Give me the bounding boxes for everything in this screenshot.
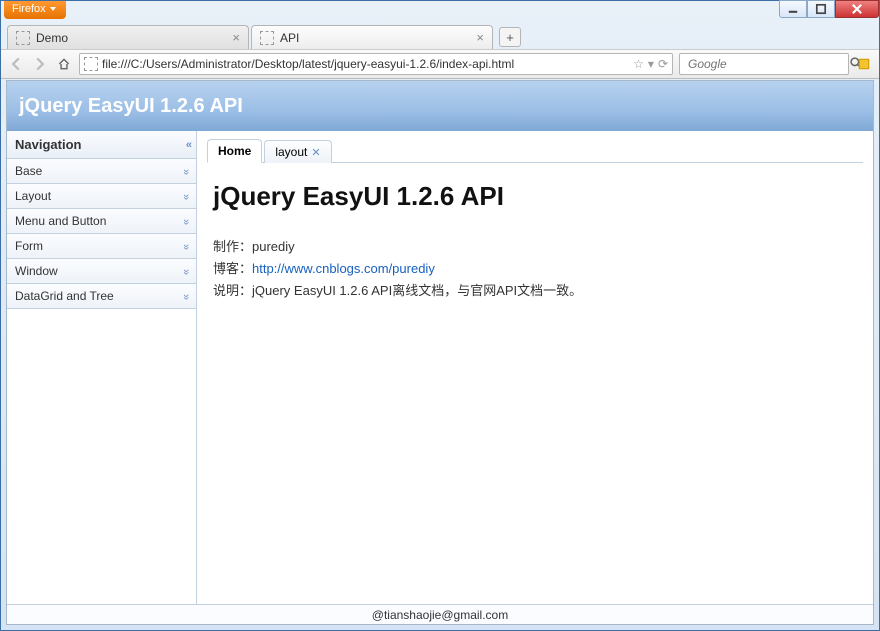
chevron-down-icon: »	[180, 219, 192, 223]
browser-tab-title: API	[280, 31, 470, 45]
content-tab-strip: Home layout ✕	[207, 137, 863, 163]
blog-link[interactable]: http://www.cnblogs.com/purediy	[252, 261, 435, 276]
sidebar-item-label: Form	[15, 239, 43, 253]
chevron-down-icon: »	[180, 269, 192, 273]
sidebar-item-layout[interactable]: Layout »	[7, 184, 196, 209]
back-button[interactable]	[7, 55, 25, 73]
bookmark-star-icon[interactable]: ☆	[633, 57, 644, 71]
browser-tab[interactable]: API ×	[251, 25, 493, 49]
tab-layout[interactable]: layout ✕	[264, 140, 331, 163]
favicon-placeholder-icon	[260, 31, 274, 45]
reload-icon[interactable]: ⟳	[658, 57, 668, 71]
chevron-down-icon: »	[180, 169, 192, 173]
sidebar-item-form[interactable]: Form »	[7, 234, 196, 259]
chevron-down-icon: »	[180, 244, 192, 248]
browser-tab-strip: Demo × API × +	[1, 21, 879, 49]
forward-button[interactable]	[31, 55, 49, 73]
tab-close-icon[interactable]: ✕	[311, 146, 320, 159]
tab-close-icon[interactable]: ×	[232, 30, 240, 45]
chevron-down-icon: »	[180, 194, 192, 198]
sidebar-item-label: Window	[15, 264, 58, 278]
sidebar-header: Navigation «	[7, 131, 196, 159]
sidebar-item-base[interactable]: Base »	[7, 159, 196, 184]
home-button[interactable]	[55, 55, 73, 73]
page-header: jQuery EasyUI 1.2.6 API	[7, 81, 873, 131]
window-maximize-button[interactable]	[807, 0, 835, 18]
sidebar-item-label: Menu and Button	[15, 214, 106, 228]
navigation-toolbar: ☆ ▾ ⟳	[1, 49, 879, 79]
tab-close-icon[interactable]: ×	[476, 30, 484, 45]
sidebar-item-label: Base	[15, 164, 42, 178]
search-input[interactable]	[688, 57, 845, 71]
chevron-down-icon: »	[180, 294, 192, 298]
sidebar-title-label: Navigation	[15, 137, 81, 152]
page-title: jQuery EasyUI 1.2.6 API	[19, 95, 243, 118]
tab-label: Home	[218, 144, 251, 158]
tab-label: layout	[275, 145, 307, 159]
browser-tab-title: Demo	[36, 31, 226, 45]
tab-home[interactable]: Home	[207, 139, 262, 163]
content-line-blog: 博客：http://www.cnblogs.com/purediy	[213, 258, 857, 280]
collapse-left-icon[interactable]: «	[186, 139, 188, 151]
sidebar-item-window[interactable]: Window »	[7, 259, 196, 284]
favicon-placeholder-icon	[84, 57, 98, 71]
addon-button[interactable]	[855, 55, 873, 73]
favicon-placeholder-icon	[16, 31, 30, 45]
new-tab-button[interactable]: +	[499, 27, 521, 47]
footer-text: @tianshaojie@gmail.com	[372, 608, 508, 622]
content-heading: jQuery EasyUI 1.2.6 API	[213, 181, 857, 212]
sidebar-item-menu-button[interactable]: Menu and Button »	[7, 209, 196, 234]
dropdown-icon[interactable]: ▾	[648, 57, 654, 71]
page-footer: @tianshaojie@gmail.com	[7, 604, 873, 624]
firefox-menu-label: Firefox	[12, 3, 46, 15]
address-bar[interactable]: ☆ ▾ ⟳	[79, 53, 673, 75]
firefox-menu-button[interactable]: Firefox	[4, 1, 66, 19]
sidebar-item-label: DataGrid and Tree	[15, 289, 114, 303]
browser-tab[interactable]: Demo ×	[7, 25, 249, 49]
window-close-button[interactable]	[835, 0, 879, 18]
url-input[interactable]	[102, 57, 629, 71]
sidebar-item-datagrid-tree[interactable]: DataGrid and Tree »	[7, 284, 196, 309]
content-area: Home layout ✕ jQuery EasyUI 1.2.6 API 制作…	[197, 131, 873, 604]
content-line-author: 制作：purediy	[213, 236, 857, 258]
search-bar[interactable]	[679, 53, 849, 75]
sidebar-item-label: Layout	[15, 189, 51, 203]
window-minimize-button[interactable]	[779, 0, 807, 18]
navigation-sidebar: Navigation « Base » Layout » Menu and Bu…	[7, 131, 197, 604]
content-line-desc: 说明：jQuery EasyUI 1.2.6 API离线文档，与官网API文档一…	[213, 280, 857, 302]
